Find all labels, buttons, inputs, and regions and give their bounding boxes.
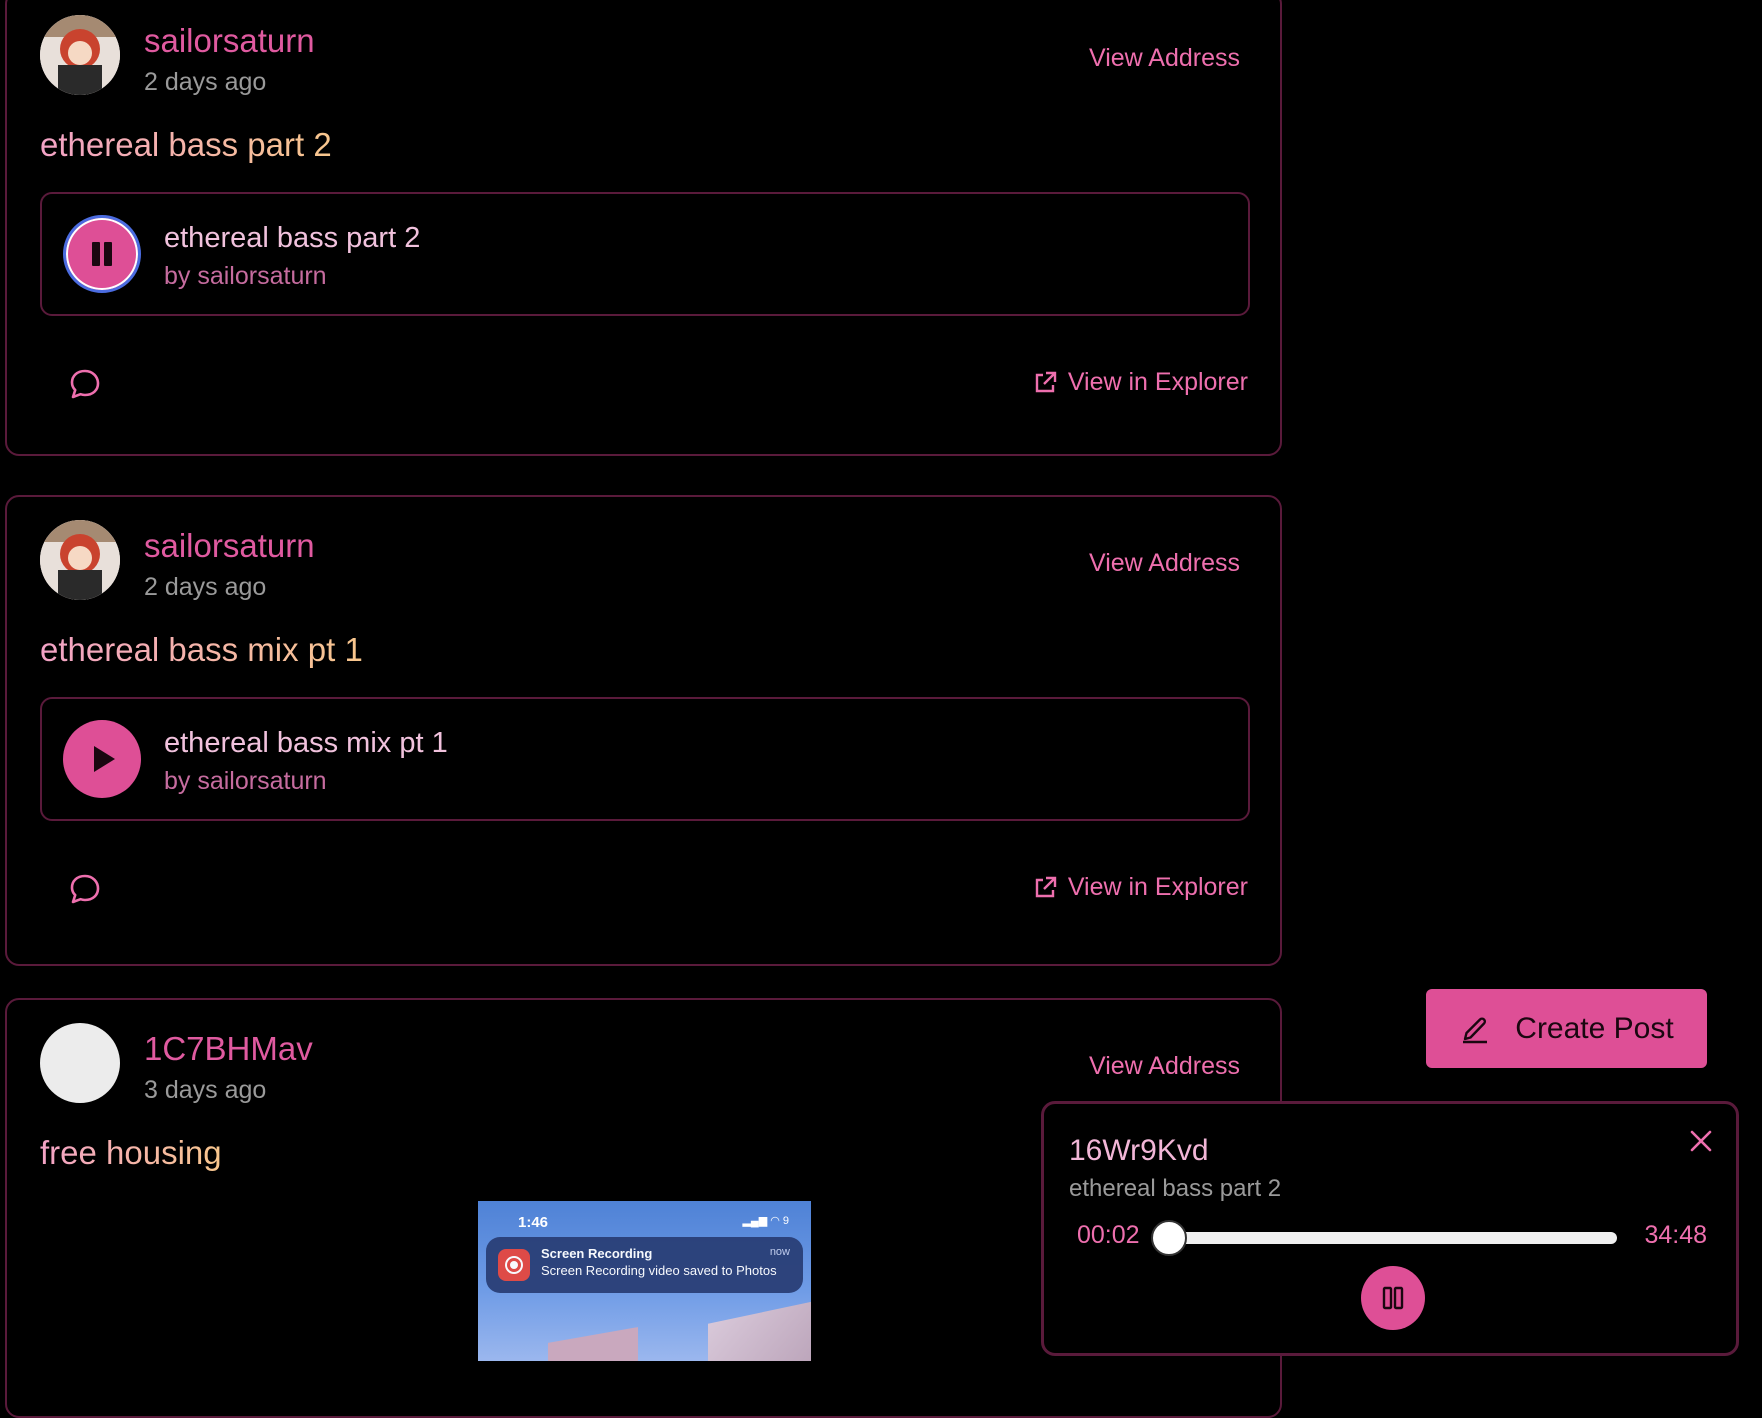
screen-recording-icon xyxy=(498,1249,530,1281)
notification-banner: Screen Recording now Screen Recording vi… xyxy=(486,1237,803,1293)
post-card: sailorsaturn 2 days ago View Address eth… xyxy=(5,0,1282,456)
track-title: ethereal bass part 2 xyxy=(164,222,421,254)
comment-button[interactable] xyxy=(65,869,105,909)
pause-icon xyxy=(92,242,112,266)
view-address-link[interactable]: View Address xyxy=(1089,1052,1240,1081)
comment-icon xyxy=(70,874,100,904)
current-time: 00:02 xyxy=(1077,1221,1140,1249)
pause-icon xyxy=(1382,1286,1404,1310)
player-pause-button[interactable] xyxy=(1361,1266,1425,1330)
view-address-link[interactable]: View Address xyxy=(1089,44,1240,73)
create-post-button[interactable]: Create Post xyxy=(1426,989,1707,1068)
track-artist: by sailorsaturn xyxy=(164,767,327,795)
user-avatar-image xyxy=(40,15,120,95)
battery-level: 9 xyxy=(782,1215,789,1227)
seek-bar[interactable] xyxy=(1151,1220,1617,1256)
seek-handle[interactable] xyxy=(1151,1220,1188,1256)
comment-button[interactable] xyxy=(65,364,105,404)
play-icon xyxy=(94,746,115,772)
post-username[interactable]: sailorsaturn xyxy=(144,22,315,60)
notification-body: Screen Recording video saved to Photos xyxy=(541,1263,777,1278)
post-image[interactable]: 1:46 ▂▄▆ ◠ 9 Screen Recording now Screen… xyxy=(478,1201,811,1361)
play-button[interactable] xyxy=(63,720,141,798)
audio-track: ethereal bass mix pt 1 by sailorsaturn xyxy=(40,697,1250,821)
signal-icon: ▂▄▆ ◠ xyxy=(742,1215,783,1227)
explorer-label: View in Explorer xyxy=(1067,873,1248,901)
user-avatar-image xyxy=(40,520,120,600)
notification-time: now xyxy=(769,1246,790,1258)
track-artist: by sailorsaturn xyxy=(164,262,327,290)
post-username[interactable]: 1C7BHMav xyxy=(144,1030,313,1068)
notification-title: Screen Recording xyxy=(541,1246,653,1261)
status-bar-indicators: ▂▄▆ ◠ 9 xyxy=(742,1214,789,1227)
external-link-icon xyxy=(1035,876,1057,897)
avatar[interactable] xyxy=(40,1023,120,1103)
audio-player: 16Wr9Kvd ethereal bass part 2 00:02 34:4… xyxy=(1041,1101,1739,1356)
audio-track: ethereal bass part 2 by sailorsaturn xyxy=(40,192,1250,316)
post-username[interactable]: sailorsaturn xyxy=(144,527,315,565)
post-timestamp: 2 days ago xyxy=(144,68,267,96)
post-title: ethereal bass part 2 xyxy=(40,126,332,163)
view-in-explorer-link[interactable]: View in Explorer xyxy=(1032,873,1248,902)
post-card: sailorsaturn 2 days ago View Address eth… xyxy=(5,495,1282,966)
create-post-label: Create Post xyxy=(1515,1011,1674,1045)
track-title: ethereal bass mix pt 1 xyxy=(164,727,448,759)
explorer-label: View in Explorer xyxy=(1067,368,1248,396)
avatar[interactable] xyxy=(40,15,120,95)
avatar[interactable] xyxy=(40,520,120,600)
close-icon xyxy=(1690,1130,1712,1152)
pause-button[interactable] xyxy=(63,215,141,293)
total-time: 34:48 xyxy=(1644,1221,1707,1249)
comment-icon xyxy=(70,369,100,399)
player-track-name: ethereal bass part 2 xyxy=(1069,1175,1282,1202)
external-link-icon xyxy=(1035,371,1057,392)
status-bar-time: 1:46 xyxy=(518,1214,549,1231)
post-title: ethereal bass mix pt 1 xyxy=(40,631,363,668)
post-timestamp: 3 days ago xyxy=(144,1076,267,1104)
player-title: 16Wr9Kvd xyxy=(1069,1134,1209,1167)
building-shape xyxy=(708,1298,811,1361)
view-in-explorer-link[interactable]: View in Explorer xyxy=(1032,368,1248,397)
close-player-button[interactable] xyxy=(1686,1126,1716,1156)
post-title: free housing xyxy=(40,1134,222,1171)
view-address-link[interactable]: View Address xyxy=(1089,549,1240,578)
post-timestamp: 2 days ago xyxy=(144,573,267,601)
pencil-icon xyxy=(1463,1016,1488,1043)
